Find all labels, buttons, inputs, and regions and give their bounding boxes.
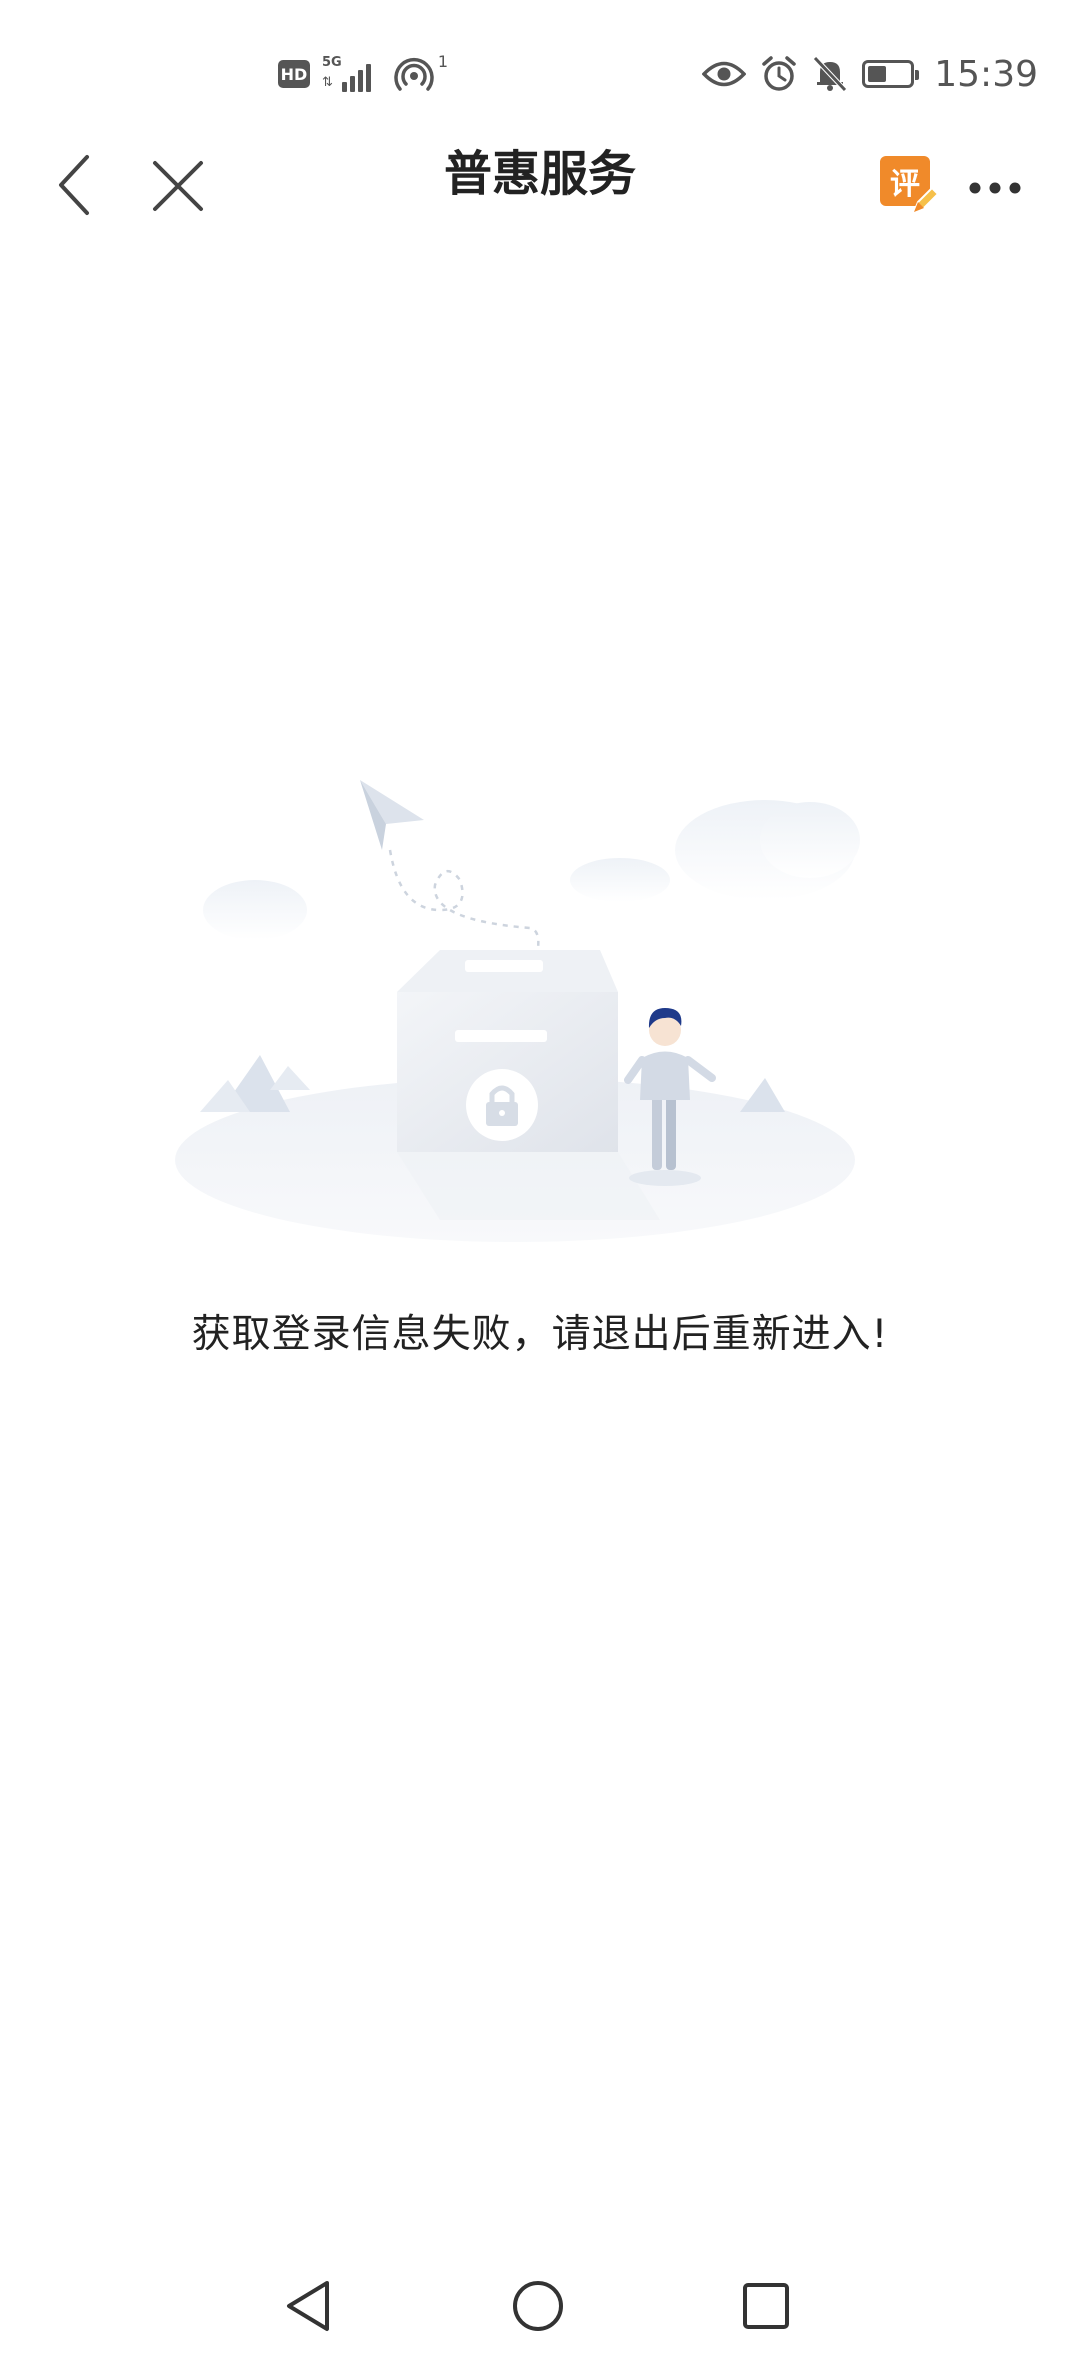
- paper-plane: [360, 780, 424, 850]
- chevron-left-icon: [59, 155, 89, 215]
- system-back-button[interactable]: [278, 2276, 338, 2336]
- data-arrows: ⇅: [322, 75, 333, 90]
- more-dots-icon: [969, 182, 1021, 194]
- hotspot-count: 1: [437, 52, 448, 71]
- status-right-group: 15:39: [702, 50, 1038, 98]
- circle-home-icon: [513, 2281, 563, 2331]
- system-home-button[interactable]: [508, 2276, 568, 2336]
- system-recents-button[interactable]: [736, 2276, 796, 2336]
- hd-icon: HD: [278, 60, 310, 88]
- mountain-right: [740, 1078, 785, 1112]
- signal-bars: [342, 64, 371, 92]
- locked-box-illustration: [175, 780, 860, 1242]
- status-bar: HD 5G ⇅ 1 15:39: [0, 0, 1080, 150]
- system-nav-bar: [0, 2240, 1080, 2376]
- alarm-icon: [762, 56, 796, 91]
- hotspot-glyph: [394, 58, 434, 91]
- eye-icon: [702, 61, 747, 87]
- battery-nub: [915, 70, 920, 80]
- more-button[interactable]: [960, 160, 1030, 216]
- rate-button[interactable]: 评: [880, 156, 940, 214]
- plane-trail: [388, 849, 540, 949]
- status-time: 15:39: [934, 53, 1038, 95]
- battery-icon: [862, 60, 920, 88]
- error-message: 获取登录信息失败，请退出后重新进入!: [191, 1312, 889, 1357]
- mute-bell-icon: [813, 56, 848, 92]
- clouds: [203, 800, 860, 940]
- signal-icon: 5G ⇅: [322, 54, 382, 94]
- close-icon: [153, 161, 203, 211]
- square-recents-icon: [743, 2283, 789, 2329]
- triangle-back-icon: [287, 2281, 329, 2331]
- signal-generation-label: 5G: [322, 55, 342, 70]
- close-button[interactable]: [148, 156, 208, 216]
- status-left-group: HD 5G ⇅ 1: [278, 52, 450, 96]
- hotspot-icon: 1: [394, 52, 450, 94]
- back-button[interactable]: [40, 150, 110, 220]
- pencil-icon: [912, 186, 940, 214]
- battery-fill: [868, 66, 887, 82]
